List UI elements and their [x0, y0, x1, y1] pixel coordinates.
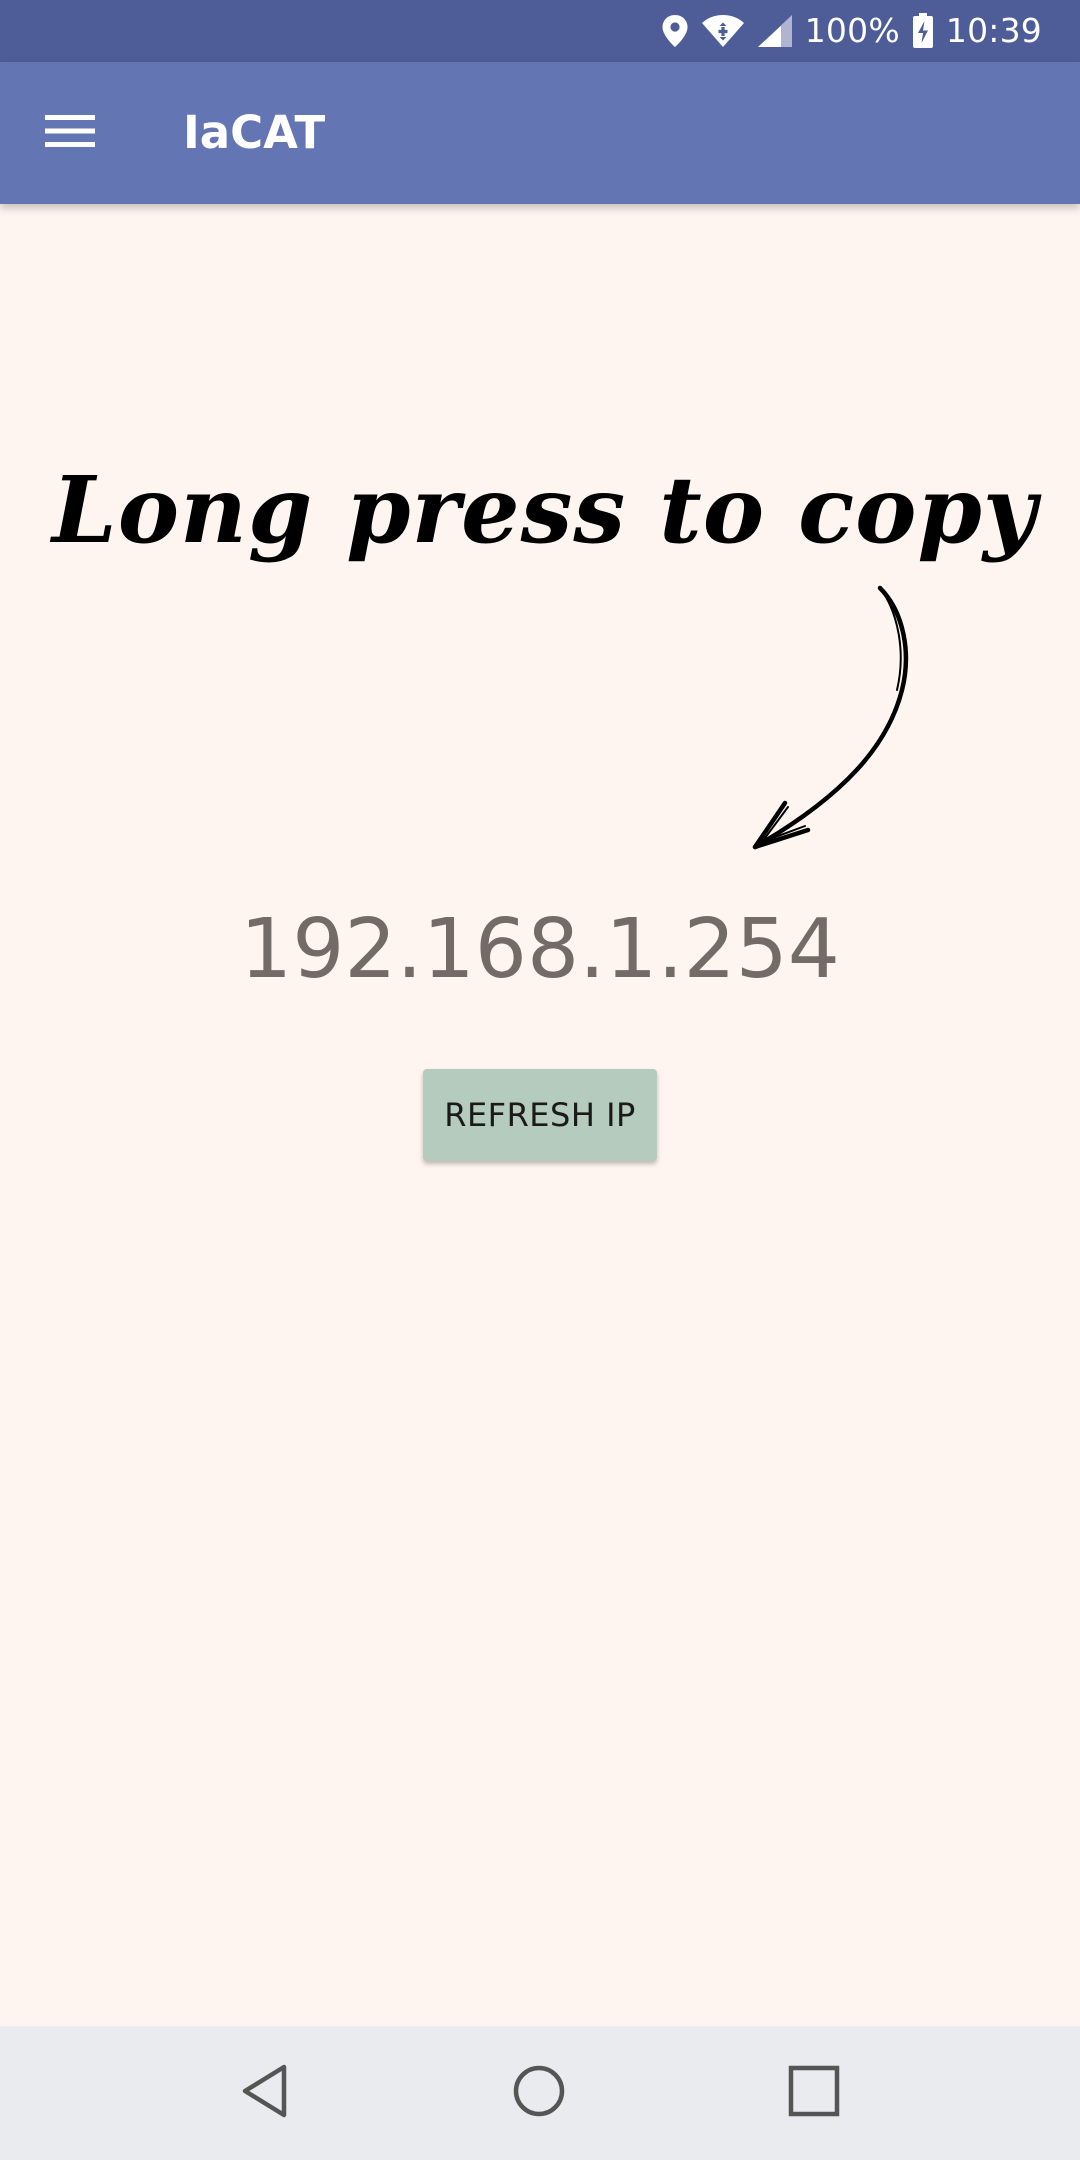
- long-press-hint: Long press to copy: [52, 456, 1038, 564]
- hamburger-menu-icon: [45, 113, 95, 153]
- menu-button[interactable]: [30, 93, 110, 173]
- back-button[interactable]: [225, 2053, 305, 2133]
- status-icons: 100% 10:39: [661, 0, 1042, 62]
- hint-arrow-icon: [752, 585, 909, 850]
- nav-bar: [0, 2026, 1080, 2160]
- home-icon: [512, 2064, 566, 2122]
- location-icon: [661, 14, 689, 48]
- clock: 10:39: [945, 11, 1042, 50]
- cell-signal-icon: [757, 14, 793, 48]
- recents-button[interactable]: [774, 2053, 854, 2133]
- status-bar: 100% 10:39: [0, 0, 1080, 62]
- recents-icon: [788, 2065, 840, 2121]
- app-title: IaCAT: [183, 106, 326, 159]
- refresh-ip-button[interactable]: REFRESH IP: [423, 1069, 657, 1161]
- app-bar: IaCAT: [0, 62, 1080, 204]
- battery-percent: 100%: [804, 11, 900, 50]
- ip-address[interactable]: 192.168.1.254: [0, 900, 1080, 1000]
- back-icon: [240, 2063, 290, 2123]
- battery-charging-icon: [912, 13, 934, 49]
- home-button[interactable]: [499, 2053, 579, 2133]
- wifi-icon: [701, 14, 745, 48]
- refresh-ip-label: REFRESH IP: [444, 1096, 636, 1134]
